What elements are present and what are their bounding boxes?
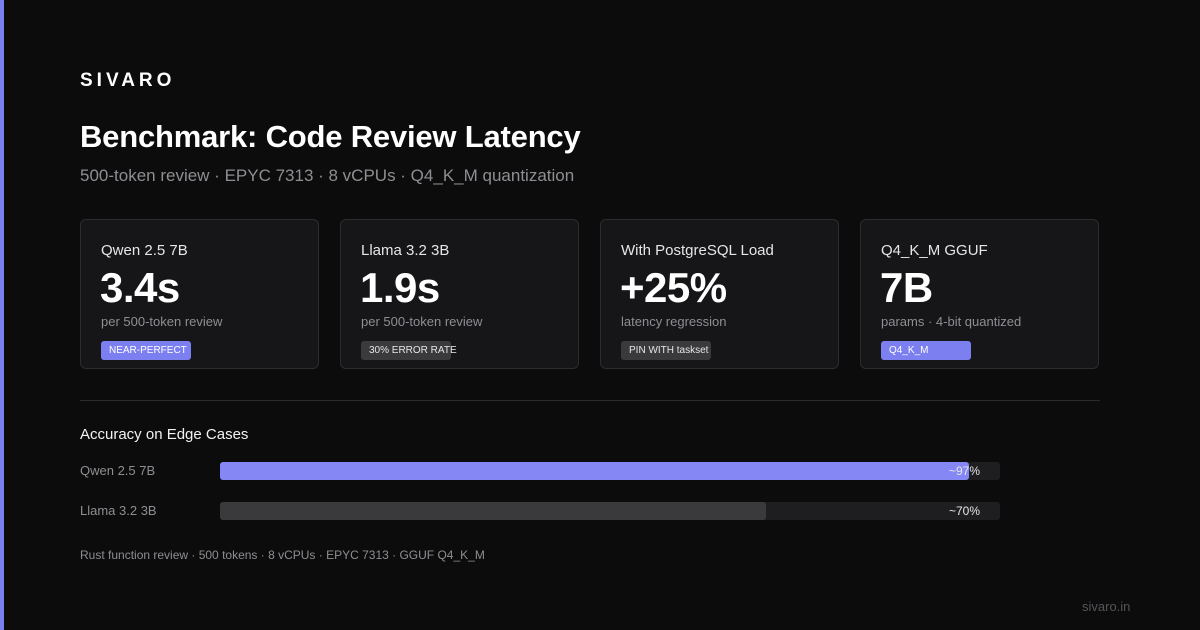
stat-card-postgres-load: With PostgreSQL Load +25% latency regres… [600,219,839,369]
accuracy-bar-track: ~97% [220,462,1000,480]
stat-card-description: per 500-token review [361,314,483,329]
accuracy-bar-row-qwen: Qwen 2.5 7B ~97% [80,462,1000,480]
stat-card-value: +25% [620,264,727,311]
stat-card-value: 3.4s [100,264,180,311]
footnote: Rust function review · 500 tokens · 8 vC… [80,548,485,562]
site-url: sivaro.in [1082,599,1131,614]
stat-card-value: 1.9s [360,264,440,311]
stat-card-description: latency regression [621,314,727,329]
stat-card-description: params · 4-bit quantized [881,314,1022,329]
page-title: Benchmark: Code Review Latency [80,119,581,154]
stat-card-label: Llama 3.2 3B [361,242,450,259]
stat-card-description: per 500-token review [101,314,223,329]
stat-card-badge: Q4_K_M [881,341,971,360]
accuracy-bar-fill [220,502,766,520]
accuracy-bar-value: ~97% [948,464,980,478]
accuracy-bar-value: ~70% [948,504,980,518]
stat-card-label: Q4_K_M GGUF [881,242,988,259]
accent-bar [0,0,4,630]
stat-card-llama: Llama 3.2 3B 1.9s per 500-token review 3… [340,219,579,369]
accuracy-bar-track: ~70% [220,502,1000,520]
accuracy-bar-label: Llama 3.2 3B [80,503,157,518]
stat-card-gguf: Q4_K_M GGUF 7B params · 4-bit quantized … [860,219,1099,369]
page-subtitle: 500-token review · EPYC 7313 · 8 vCPUs ·… [80,166,575,185]
stat-card-label: Qwen 2.5 7B [101,242,188,259]
accuracy-bar-fill [220,462,969,480]
brand-logo: SIVARO [80,70,176,91]
stat-card-badge: PIN WITH taskset [621,341,711,360]
stat-card-value: 7B [880,264,933,311]
accuracy-bar-label: Qwen 2.5 7B [80,463,156,478]
stat-card-badge: 30% ERROR RATE [361,341,457,360]
accuracy-bar-row-llama: Llama 3.2 3B ~70% [80,502,1000,520]
section-divider [80,400,1100,401]
stat-cards: Qwen 2.5 7B 3.4s per 500-token review NE… [80,219,1101,371]
stat-card-badge: NEAR-PERFECT [101,341,191,360]
accuracy-section-title: Accuracy on Edge Cases [80,426,249,443]
benchmark-card: SIVARO Benchmark: Code Review Latency 50… [0,0,1200,630]
stat-card-label: With PostgreSQL Load [621,242,774,259]
stat-card-qwen: Qwen 2.5 7B 3.4s per 500-token review NE… [80,219,319,369]
